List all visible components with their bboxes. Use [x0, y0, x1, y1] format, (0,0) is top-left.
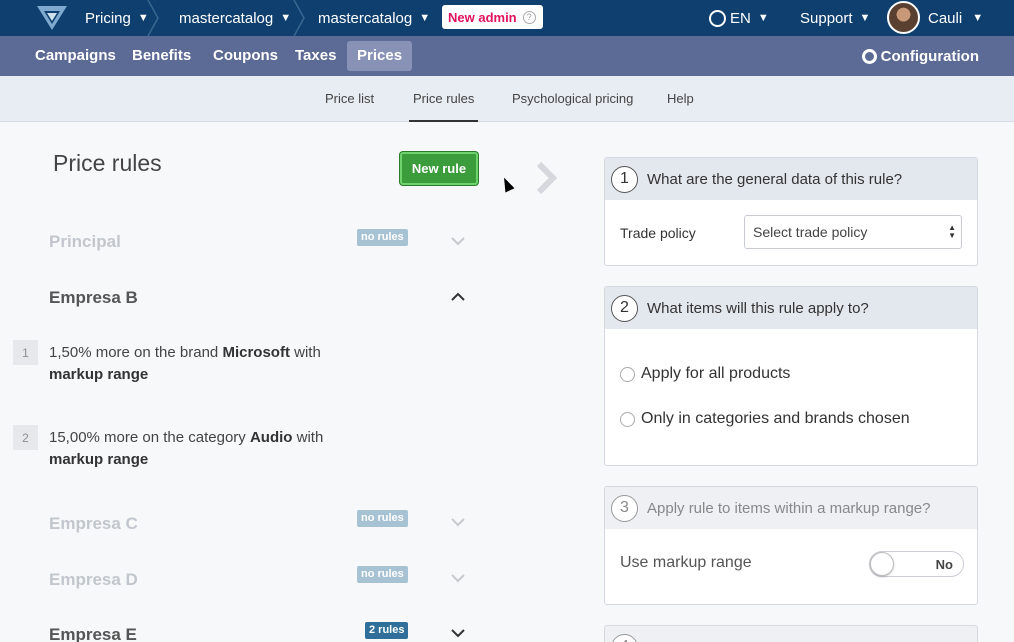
chevron-up-icon[interactable] — [451, 292, 465, 302]
step-number: 2 — [611, 294, 638, 322]
rule-range: markup range — [49, 366, 149, 383]
step-header: 4 — [605, 626, 977, 642]
globe-icon — [709, 9, 726, 27]
chevron-down-icon: ▼ — [280, 12, 292, 24]
rule-description[interactable]: 1,50% more on the brand Microsoft with m… — [49, 342, 369, 386]
breadcrumb-pricing[interactable]: Pricing ▼ — [85, 0, 149, 36]
help-icon[interactable]: ? — [522, 10, 536, 24]
support-menu[interactable]: Support ▼ — [800, 0, 870, 36]
radio-label: Only in categories and brands chosen — [641, 410, 910, 427]
configuration-button[interactable]: Configuration — [861, 36, 979, 76]
tab-price-rules[interactable]: Price rules — [409, 76, 479, 122]
chevron-right-icon — [536, 161, 558, 195]
step-four: 4 — [604, 625, 978, 642]
status-badge: no rules — [357, 510, 408, 527]
new-admin-button[interactable]: New admin ? — [442, 5, 543, 29]
trade-policy-select[interactable]: Select trade policy ▲ ▼ — [744, 215, 962, 249]
language-selector[interactable]: EN ▼ — [709, 0, 769, 36]
step-title: What items will this rule apply to? — [647, 299, 869, 317]
breadcrumb-label: mastercatalog — [179, 9, 274, 27]
markup-range-label: Use markup range — [620, 554, 752, 571]
breadcrumb-store[interactable]: mastercatalog ▼ — [318, 0, 430, 36]
trade-policy-label: Trade policy — [620, 225, 696, 241]
chevron-down-icon[interactable] — [451, 236, 465, 246]
support-label: Support — [800, 9, 853, 27]
chevron-down-icon[interactable] — [451, 573, 465, 583]
step-header: 1 What are the general data of this rule… — [605, 158, 977, 200]
trade-policy-group[interactable]: Empresa B — [49, 288, 138, 308]
step-header: 3 Apply rule to items within a markup ra… — [605, 487, 977, 529]
trade-policy-group[interactable]: Principal — [49, 232, 121, 252]
breadcrumb-separator-icon — [147, 0, 159, 36]
chevron-down-icon[interactable] — [451, 517, 465, 527]
breadcrumb-label: Pricing — [85, 9, 131, 27]
avatar[interactable] — [887, 1, 920, 34]
user-name: Cauli — [928, 9, 963, 27]
chevron-down-icon: ▼ — [757, 12, 769, 24]
trade-policy-group[interactable]: Empresa E — [49, 625, 137, 642]
step-title: What are the general data of this rule? — [647, 170, 903, 188]
prices-subnav: Price list Price rules Psychological pri… — [0, 76, 1014, 122]
markup-range-toggle[interactable]: No — [869, 551, 964, 577]
nav-taxes[interactable]: Taxes — [285, 41, 346, 71]
tab-price-list[interactable]: Price list — [325, 76, 374, 122]
step-items: 2 What items will this rule apply to? Ap… — [604, 286, 978, 466]
user-menu[interactable]: Cauli ▼ — [928, 0, 983, 36]
toggle-knob — [870, 552, 894, 576]
trade-policy-group[interactable]: Empresa D — [49, 570, 138, 590]
rule-description[interactable]: 15,00% more on the category Audio with m… — [49, 427, 369, 471]
status-badge: no rules — [357, 229, 408, 246]
rule-number: 2 — [13, 425, 38, 450]
nav-benefits[interactable]: Benefits — [122, 41, 201, 71]
step-title: Apply rule to items within a markup rang… — [647, 499, 931, 517]
status-badge: no rules — [357, 566, 408, 583]
chevron-down-icon: ▼ — [859, 12, 871, 24]
gear-icon — [861, 48, 877, 64]
radio-button[interactable] — [620, 411, 635, 427]
nav-coupons[interactable]: Coupons — [203, 41, 288, 71]
language-label: EN — [730, 9, 751, 27]
chevron-down-icon: ▼ — [972, 12, 984, 24]
step-markup-range: 3 Apply rule to items within a markup ra… — [604, 486, 978, 605]
radio-categories-brands[interactable]: Only in categories and brands chosen — [620, 410, 910, 428]
rule-target: Audio — [249, 429, 293, 446]
radio-all-products[interactable]: Apply for all products — [620, 365, 790, 383]
chevron-down-icon: ▼ — [419, 12, 431, 24]
module-nav: Campaigns Benefits Coupons Taxes Prices … — [0, 36, 1014, 76]
radio-button[interactable] — [620, 366, 635, 382]
rule-target: Microsoft — [222, 344, 290, 361]
step-number: 4 — [611, 633, 638, 642]
tab-psychological-pricing[interactable]: Psychological pricing — [512, 76, 633, 122]
nav-prices[interactable]: Prices — [347, 41, 413, 71]
new-admin-label: New admin — [448, 9, 517, 25]
nav-campaigns[interactable]: Campaigns — [25, 41, 126, 71]
configuration-label: Configuration — [880, 47, 979, 65]
new-rule-button[interactable]: New rule — [400, 152, 478, 185]
trade-policy-group[interactable]: Empresa C — [49, 514, 138, 534]
toggle-value: No — [935, 557, 953, 572]
tab-help[interactable]: Help — [667, 76, 694, 122]
breadcrumb-separator-icon — [293, 0, 305, 36]
top-bar: Pricing ▼ mastercatalog ▼ mastercatalog … — [0, 0, 1014, 36]
vtex-logo-icon[interactable] — [36, 5, 68, 31]
rule-range: markup range — [49, 451, 149, 468]
page-title: Price rules — [53, 150, 162, 176]
select-arrows-icon: ▲ ▼ — [948, 223, 956, 240]
select-value: Select trade policy — [753, 224, 868, 240]
radio-label: Apply for all products — [641, 365, 791, 382]
step-general-data: 1 What are the general data of this rule… — [604, 157, 978, 266]
step-number: 3 — [611, 494, 638, 522]
chevron-down-icon[interactable] — [451, 628, 465, 638]
breadcrumb-label: mastercatalog — [318, 9, 413, 27]
rule-number: 1 — [13, 340, 38, 365]
breadcrumb-account[interactable]: mastercatalog ▼ — [179, 0, 291, 36]
step-header: 2 What items will this rule apply to? — [605, 287, 977, 329]
mouse-cursor-icon — [499, 175, 515, 193]
step-number: 1 — [611, 165, 638, 193]
status-badge: 2 rules — [365, 622, 409, 639]
